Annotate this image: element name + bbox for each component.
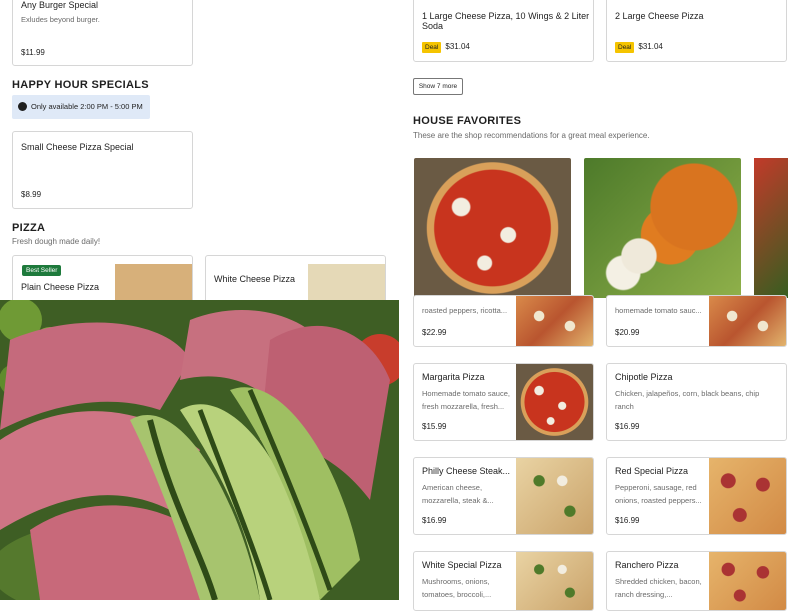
item-price: $16.99 xyxy=(615,516,640,525)
item-description: Pepperoni, sausage, red onions, roasted … xyxy=(615,483,702,505)
pizza-thumbnail xyxy=(516,296,593,346)
favorite-photo[interactable] xyxy=(754,158,788,298)
item-price: $15.99 xyxy=(422,422,447,431)
pizza-thumbnail xyxy=(308,264,385,304)
item-name: White Cheese Pizza xyxy=(214,274,296,284)
pizza-thumbnail xyxy=(709,458,786,534)
section-title: PIZZA xyxy=(12,222,46,234)
item-description: Shredded chicken, bacon, ranch dressing,… xyxy=(615,577,702,599)
favorite-photo[interactable] xyxy=(584,158,741,298)
pizza-thumbnail xyxy=(709,552,786,610)
menu-item-card[interactable]: Red Special Pizza Pepperoni, sausage, re… xyxy=(606,457,787,535)
deal-card[interactable]: 1 Large Cheese Pizza, 10 Wings & 2 Liter… xyxy=(413,0,594,62)
menu-item-card[interactable]: Margarita Pizza Homemade tomato sauce, f… xyxy=(413,363,594,441)
menu-item-card[interactable]: Best Seller Plain Cheese Pizza xyxy=(12,255,193,305)
item-name: Ranchero Pizza xyxy=(615,560,679,570)
item-name: Plain Cheese Pizza xyxy=(21,282,100,292)
section-title: HAPPY HOUR SPECIALS xyxy=(12,79,149,91)
item-description: homemade tomato sauc... xyxy=(615,306,702,315)
item-name: White Special Pizza xyxy=(422,560,502,570)
deal-badge: Deal xyxy=(615,42,635,53)
deal-price: $31.04 xyxy=(638,42,663,51)
section-title: HOUSE FAVORITES xyxy=(413,115,522,127)
menu-item-card[interactable]: Small Cheese Pizza Special $8.99 xyxy=(12,131,193,209)
availability-banner: Only available 2:00 PM - 5:00 PM xyxy=(12,95,150,119)
menu-item-card[interactable]: Ranchero Pizza Shredded chicken, bacon, … xyxy=(606,551,787,611)
menu-item-card[interactable]: White Cheese Pizza xyxy=(205,255,386,305)
pizza-thumbnail xyxy=(516,552,593,610)
item-description: roasted peppers, ricotta... xyxy=(422,306,508,315)
pizza-thumbnail xyxy=(516,458,593,534)
item-name: Small Cheese Pizza Special xyxy=(21,142,134,152)
deal-price: $31.04 xyxy=(445,42,470,51)
show-more-button[interactable]: Show 7 more xyxy=(413,78,463,95)
menu-item-card[interactable]: White Special Pizza Mushrooms, onions, t… xyxy=(413,551,594,611)
menu-item-card[interactable]: roasted peppers, ricotta... $22.99 xyxy=(413,295,594,347)
item-price: $20.99 xyxy=(615,328,640,337)
item-name: Chipotle Pizza xyxy=(615,372,673,382)
menu-item-card[interactable]: Chipotle Pizza Chicken, jalapeños, corn,… xyxy=(606,363,787,441)
menu-item-card[interactable]: Any Burger Special Exludes beyond burger… xyxy=(12,0,193,66)
item-name: Any Burger Special xyxy=(21,0,99,10)
item-description: American cheese, mozzarella, steak &... xyxy=(422,483,494,505)
item-price: $16.99 xyxy=(615,422,640,431)
pizza-thumbnail xyxy=(709,296,786,346)
item-description: Homemade tomato sauce, fresh mozzarella,… xyxy=(422,389,510,411)
pizza-thumbnail xyxy=(516,364,593,440)
deal-badge: Deal xyxy=(422,42,442,53)
item-description: Exludes beyond burger. xyxy=(21,15,100,24)
pizza-thumbnail xyxy=(115,264,192,304)
menu-item-card[interactable]: homemade tomato sauc... $20.99 xyxy=(606,295,787,347)
deal-name: 1 Large Cheese Pizza, 10 Wings & 2 Liter… xyxy=(422,11,590,31)
item-name: Philly Cheese Steak... xyxy=(422,466,511,476)
menu-item-card[interactable]: Philly Cheese Steak... American cheese, … xyxy=(413,457,594,535)
best-seller-badge: Best Seller xyxy=(22,265,62,276)
item-price: $8.99 xyxy=(21,190,42,199)
section-subtitle: These are the shop recommendations for a… xyxy=(413,131,650,140)
item-name: Red Special Pizza xyxy=(615,466,689,476)
favorite-photo[interactable] xyxy=(414,158,571,298)
deal-card[interactable]: 2 Large Cheese Pizza Deal $31.04 xyxy=(606,0,787,62)
item-price: $22.99 xyxy=(422,328,447,337)
item-price: $16.99 xyxy=(422,516,447,525)
section-subtitle: Fresh dough made daily! xyxy=(12,237,101,246)
clock-icon xyxy=(18,102,27,111)
item-name: Margarita Pizza xyxy=(422,372,485,382)
availability-text: Only available 2:00 PM - 5:00 PM xyxy=(31,102,143,111)
item-description: Chicken, jalapeños, corn, black beans, c… xyxy=(615,389,760,411)
item-price: $11.99 xyxy=(21,48,45,57)
food-photo-overlay xyxy=(0,300,399,600)
item-description: Mushrooms, onions, tomatoes, broccoli,..… xyxy=(422,577,492,599)
deal-name: 2 Large Cheese Pizza xyxy=(615,11,704,21)
